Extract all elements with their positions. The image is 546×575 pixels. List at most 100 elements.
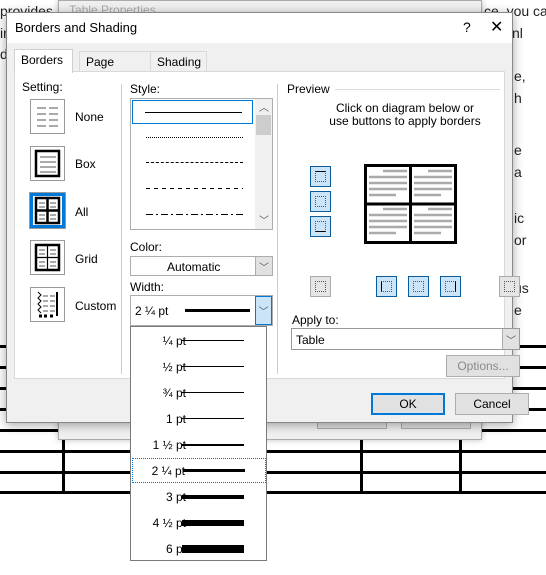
preview-diagram[interactable] <box>364 164 457 244</box>
diagonal-down-border-button[interactable] <box>499 276 520 297</box>
ok-button[interactable]: OK <box>371 393 445 415</box>
setting-label: Setting: <box>22 80 63 94</box>
scroll-up-icon[interactable]: ︿ <box>259 99 269 114</box>
width-option-label: 4 ½ pt <box>152 516 186 530</box>
width-option[interactable]: 1 ½ pt <box>132 433 266 458</box>
scroll-down-icon[interactable]: ﹀ <box>259 212 269 227</box>
help-button[interactable]: ? <box>463 19 471 35</box>
chevron-down-icon[interactable]: ﹀ <box>502 329 519 349</box>
preview-table-icon <box>367 167 454 241</box>
width-preview-line <box>185 309 250 312</box>
cancel-button[interactable]: Cancel <box>455 393 529 415</box>
width-option-label: ½ pt <box>162 360 186 374</box>
setting-custom-icon <box>37 291 58 318</box>
tab-label: Shading <box>157 55 202 69</box>
chevron-down-icon[interactable]: ﹀ <box>255 257 272 275</box>
instruction-text: use buttons to apply borders <box>329 114 481 128</box>
width-option[interactable]: ¼ pt <box>132 329 266 354</box>
setting-none-icon <box>37 107 58 127</box>
border-inside-horizontal-icon <box>315 196 326 207</box>
setting-grid-icon <box>34 243 61 272</box>
diagonal-up-border-button[interactable] <box>310 276 331 297</box>
tab-borders[interactable]: Borders <box>14 49 73 73</box>
width-option[interactable]: ¾ pt <box>132 381 266 406</box>
style-scrollbar[interactable]: ︿ ﹀ <box>255 99 272 229</box>
setting-none-button[interactable] <box>30 99 65 134</box>
apply-to-select[interactable]: Table ﹀ <box>291 328 520 350</box>
border-diagonal-up-icon <box>315 281 326 292</box>
width-option[interactable]: 4 ½ pt <box>132 511 266 536</box>
doc-text: e <box>514 302 522 318</box>
divider <box>121 84 122 374</box>
chevron-down-icon[interactable]: ﹀ <box>255 296 272 325</box>
border-inside-vertical-icon <box>413 281 424 292</box>
divider <box>335 89 500 90</box>
width-dropdown-list[interactable]: ¼ pt ½ pt ¾ pt 1 pt 1 ½ pt 2 ¼ pt 3 pt 4… <box>130 326 267 561</box>
doc-text: e <box>514 142 522 158</box>
doc-text: a <box>514 164 522 180</box>
setting-box-button[interactable] <box>30 146 65 181</box>
title-bar: Borders and Shading ? ✕ <box>7 13 512 43</box>
inside-horizontal-border-button[interactable] <box>310 191 331 212</box>
setting-none-label: None <box>75 110 104 124</box>
width-select[interactable]: 2 ¼ pt ﹀ <box>130 295 273 326</box>
setting-box-icon <box>34 149 61 178</box>
style-option-dotted[interactable] <box>146 137 243 138</box>
close-button[interactable]: ✕ <box>490 17 503 37</box>
setting-grid-button[interactable] <box>30 240 65 275</box>
border-top-icon <box>315 171 326 182</box>
preview-instructions: Click on diagram below or use buttons to… <box>305 102 505 128</box>
setting-all-icon <box>34 196 61 225</box>
width-option-label: 1 pt <box>165 412 186 426</box>
border-bottom-icon <box>315 221 326 232</box>
tab-label: Borders <box>21 53 64 67</box>
style-option-solid[interactable] <box>132 100 253 124</box>
width-option[interactable]: 1 pt <box>132 407 266 432</box>
doc-text: or <box>514 232 527 248</box>
setting-all-button[interactable] <box>29 192 66 229</box>
table-border <box>0 450 546 453</box>
width-option-label: ¾ pt <box>162 386 186 400</box>
doc-text: e, <box>514 68 526 84</box>
inside-vertical-border-button[interactable] <box>408 276 429 297</box>
right-border-button[interactable] <box>440 276 461 297</box>
scroll-thumb[interactable] <box>256 115 271 135</box>
width-label: Width: <box>130 280 165 294</box>
setting-grid-label: Grid <box>75 252 98 266</box>
border-diagonal-down-icon <box>504 281 515 292</box>
style-label: Style: <box>130 82 161 96</box>
width-option-label: 2 ¼ pt <box>151 464 185 478</box>
width-option[interactable]: ½ pt <box>132 355 266 380</box>
table-border <box>0 491 546 494</box>
left-border-button[interactable] <box>376 276 397 297</box>
tab-shading[interactable]: Shading <box>150 51 207 72</box>
border-right-icon <box>445 281 456 292</box>
style-option-dashed-small[interactable] <box>146 162 243 163</box>
doc-text: nl <box>512 25 523 41</box>
doc-text: h <box>514 90 522 106</box>
width-option-selected[interactable]: 2 ¼ pt <box>132 458 266 483</box>
border-left-icon <box>381 281 392 292</box>
setting-all-label: All <box>75 205 89 219</box>
style-option-dash-dot[interactable] <box>146 214 243 215</box>
width-value: 2 ¼ pt <box>135 304 169 318</box>
preview-label: Preview <box>287 82 330 96</box>
width-option-label: 1 ½ pt <box>152 438 186 452</box>
style-option-dashed[interactable] <box>146 188 243 189</box>
tab-page-border[interactable]: Page Border <box>79 51 151 83</box>
style-list[interactable]: ︿ ﹀ <box>130 98 273 230</box>
apply-to-value: Table <box>296 333 325 347</box>
setting-box-label: Box <box>75 157 96 171</box>
width-option[interactable]: 6 pt <box>132 537 266 562</box>
setting-custom-label: Custom <box>75 299 117 313</box>
options-button[interactable]: Options... <box>446 355 520 377</box>
width-option-label: ¼ pt <box>162 334 186 348</box>
top-border-button[interactable] <box>310 166 331 187</box>
setting-custom-button[interactable] <box>30 287 65 322</box>
dialog-title: Borders and Shading <box>15 20 138 35</box>
width-option[interactable]: 3 pt <box>132 485 266 510</box>
bottom-border-button[interactable] <box>310 216 331 237</box>
table-border <box>0 471 546 474</box>
color-select[interactable]: Automatic ﹀ <box>130 256 273 276</box>
apply-to-label: Apply to: <box>292 313 339 327</box>
